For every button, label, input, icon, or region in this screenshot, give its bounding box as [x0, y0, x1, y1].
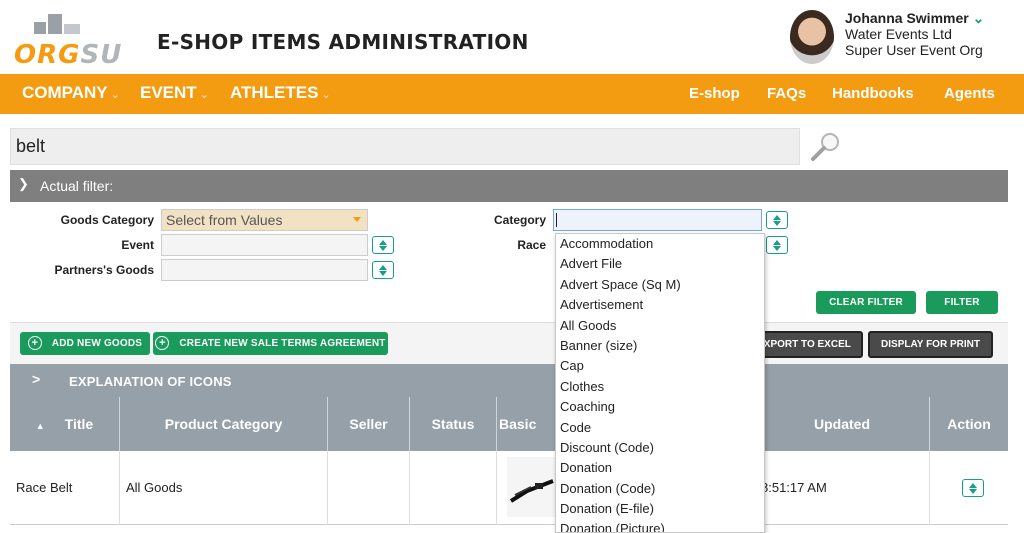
chevron-down-icon: ⌄	[199, 89, 209, 101]
filter-button[interactable]: FILTER	[926, 291, 998, 314]
dropdown-option[interactable]: Discount (Code)	[556, 438, 764, 458]
explanation-label: EXPLANATION OF ICONS	[69, 374, 232, 389]
explanation-bar[interactable]: > EXPLANATION OF ICONS	[10, 364, 1008, 397]
dropdown-option[interactable]: Coaching	[556, 397, 764, 417]
text-cursor	[556, 213, 557, 227]
page-title: E-SHOP ITEMS ADMINISTRATION	[157, 30, 529, 54]
search-icon[interactable]	[808, 131, 842, 161]
product-thumbnail	[507, 457, 557, 517]
app-header: ORGSU E-SHOP ITEMS ADMINISTRATION Johann…	[0, 0, 1024, 74]
row-updated: 8:51:17 AM	[755, 451, 930, 525]
row-seller	[328, 451, 410, 525]
column-product-category[interactable]: Product Category	[120, 397, 328, 451]
partners-goods-input[interactable]	[161, 259, 368, 281]
dropdown-option[interactable]: Code	[556, 418, 764, 438]
search-input[interactable]	[11, 129, 799, 164]
dropdown-option[interactable]: Donation	[556, 458, 764, 478]
user-avatar[interactable]	[790, 10, 834, 64]
category-dropdown-list: Accommodation Advert File Advert Space (…	[555, 233, 765, 533]
row-action	[930, 451, 1008, 525]
user-role: Super User Event Org	[845, 42, 983, 58]
plus-icon: +	[27, 336, 42, 351]
row-status	[410, 451, 497, 525]
user-name: Johanna Swimmer	[845, 10, 969, 26]
event-input[interactable]	[161, 234, 368, 256]
filter-header[interactable]: ❯ Actual filter:	[10, 170, 1008, 202]
chevron-right-icon: >	[32, 371, 41, 387]
search-field[interactable]	[10, 128, 800, 165]
action-toolbar: + ADD NEW GOODS + CREATE NEW SALE TERMS AG…	[10, 322, 1008, 364]
plus-icon: +	[155, 336, 170, 351]
filter-panel: Goods Category Select from Values Event …	[10, 202, 1008, 322]
dropdown-arrow-icon	[353, 217, 361, 222]
clear-filter-button[interactable]: CLEAR FILTER	[816, 291, 916, 314]
dropdown-option[interactable]: Accommodation	[556, 234, 764, 254]
nav-faqs[interactable]: FAQs	[767, 85, 806, 102]
row-title: Race Belt	[10, 451, 120, 525]
category-input[interactable]	[553, 209, 762, 231]
event-stepper-icon[interactable]	[372, 236, 394, 254]
dropdown-option[interactable]: Advert Space (Sq M)	[556, 275, 764, 295]
dropdown-option[interactable]: Banner (size)	[556, 336, 764, 356]
dropdown-option[interactable]: Advert File	[556, 254, 764, 274]
chevron-down-icon: ❯	[18, 176, 29, 191]
goods-category-select[interactable]: Select from Values	[161, 209, 368, 231]
create-agreement-button[interactable]: + CREATE NEW SALE TERMS AGREEMENT	[153, 332, 388, 355]
chevron-down-icon[interactable]: ⌄	[973, 10, 985, 26]
dropdown-option[interactable]: Donation (Code)	[556, 479, 764, 499]
main-nav: COMPANY ⌄ EVENT ⌄ ATHLETES ⌄ E-shop FAQs Ha…	[0, 74, 1024, 114]
row-action-stepper-icon[interactable]	[962, 479, 984, 497]
orgsu-logo[interactable]: ORGSU	[14, 14, 134, 70]
partners-goods-stepper-icon[interactable]	[372, 261, 394, 279]
column-status[interactable]: Status	[410, 397, 497, 451]
display-print-button[interactable]: DISPLAY FOR PRINT	[868, 331, 993, 358]
nav-athletes[interactable]: ATHLETES ⌄	[230, 83, 331, 103]
filter-title: Actual filter:	[40, 178, 114, 194]
partners-goods-label: Partners's Goods	[54, 263, 154, 277]
sort-up-icon: ▲	[35, 421, 45, 431]
nav-agents[interactable]: Agents	[944, 85, 995, 102]
nav-handbooks[interactable]: Handbooks	[832, 85, 914, 102]
category-stepper-icon[interactable]	[766, 211, 788, 229]
race-stepper-icon[interactable]	[766, 236, 788, 254]
goods-category-label: Goods Category	[60, 213, 154, 227]
dropdown-option[interactable]: Advertisement	[556, 295, 764, 315]
add-new-goods-button[interactable]: + ADD NEW GOODS	[20, 332, 150, 355]
dropdown-option[interactable]: Clothes	[556, 377, 764, 397]
dropdown-option[interactable]: Donation (E-file)	[556, 499, 764, 519]
event-label: Event	[121, 238, 154, 252]
nav-event[interactable]: EVENT ⌄	[140, 83, 209, 103]
column-updated[interactable]: Updated	[755, 397, 930, 451]
column-seller[interactable]: Seller	[328, 397, 410, 451]
chevron-down-icon: ⌄	[321, 89, 331, 101]
dropdown-option[interactable]: Cap	[556, 356, 764, 376]
column-action[interactable]: Action	[930, 397, 1008, 451]
nav-eshop[interactable]: E-shop	[689, 85, 740, 102]
goods-category-value: Select from Values	[166, 212, 283, 228]
logo-text: ORGSU	[14, 40, 123, 70]
table-header: ▲ Title Product Category Seller Status Ba…	[10, 397, 1008, 451]
chevron-down-icon: ⌄	[110, 89, 120, 101]
dropdown-option[interactable]: All Goods	[556, 316, 764, 336]
nav-company[interactable]: COMPANY ⌄	[22, 83, 120, 103]
row-category: All Goods	[120, 451, 328, 525]
category-label: Category	[493, 213, 546, 227]
race-label: Race	[517, 238, 546, 252]
table-row[interactable]: Race Belt All Goods 8:51:17 AM	[10, 451, 1008, 525]
column-title[interactable]: ▲ Title	[10, 397, 120, 451]
dropdown-option[interactable]: Donation (Picture)	[556, 519, 764, 532]
user-org: Water Events Ltd	[845, 26, 952, 42]
user-menu[interactable]: Johanna Swimmer ⌄ Water Events Ltd Super…	[845, 10, 984, 58]
